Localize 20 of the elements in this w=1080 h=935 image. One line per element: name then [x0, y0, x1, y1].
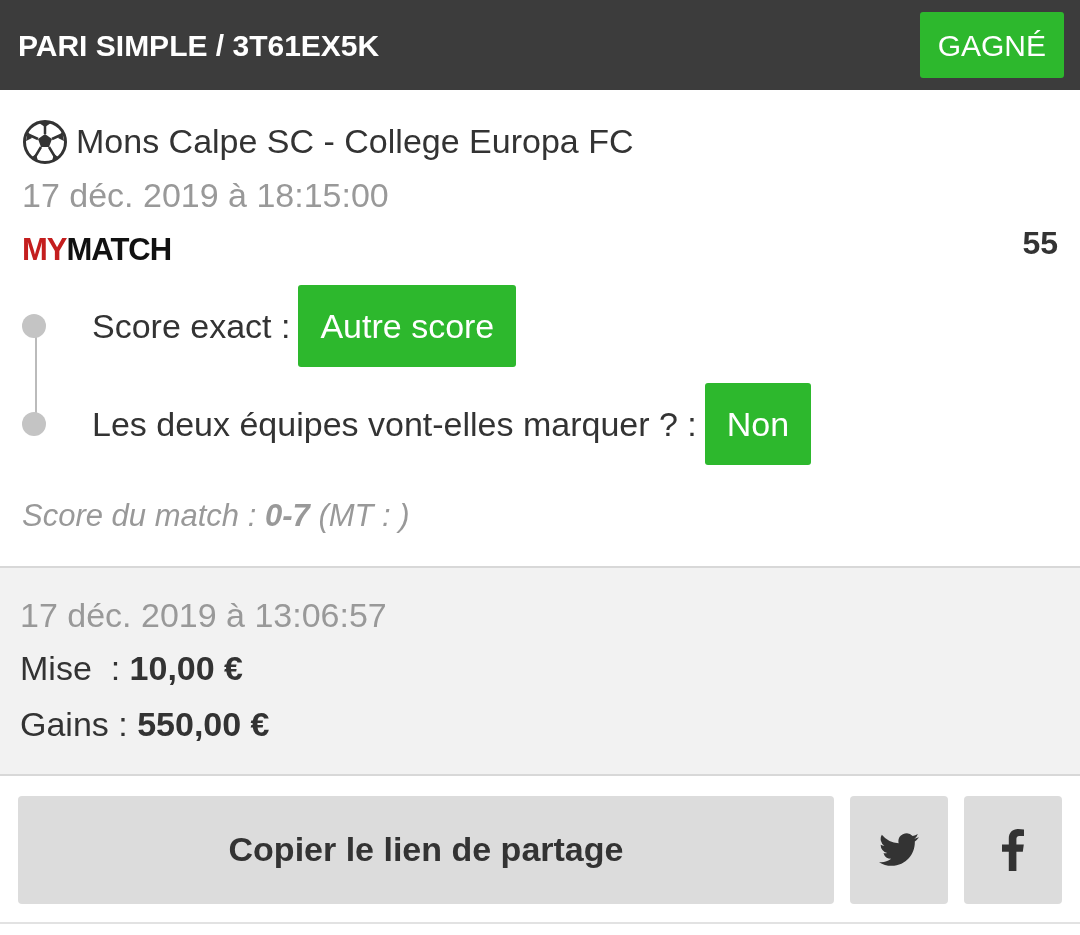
match-date: 17 déc. 2019 à 18:15:00 — [22, 175, 389, 216]
brand-logo: MYMATCH — [22, 233, 172, 267]
twitter-button[interactable] — [850, 795, 948, 904]
stake-text: Mise : 10,00 € — [20, 647, 244, 689]
placed-date: 17 déc. 2019 à 13:06:57 — [20, 594, 387, 636]
selection-value: Autre score — [298, 285, 517, 367]
soccer-ball-icon — [22, 118, 68, 165]
selection-label: Les deux équipes vont-elles marquer ? : — [92, 403, 697, 445]
copy-link-button[interactable]: Copier le lien de partage — [18, 795, 834, 904]
bird-icon — [879, 832, 919, 867]
status-badge: GAGNÉ — [919, 12, 1064, 78]
facebook-button[interactable] — [964, 795, 1062, 904]
match-name: Mons Calpe SC - College Europa FC — [76, 121, 634, 162]
match-score: Score du match : 0-7 (MT : ) — [22, 497, 410, 535]
winnings-text: Gains : 550,00 € — [20, 703, 270, 745]
facebook-f-icon — [1002, 828, 1024, 871]
odds-value: 55 — [1022, 224, 1058, 263]
bet-title: PARI SIMPLE / 3T61EX5K — [18, 27, 380, 64]
selection-label: Score exact : — [92, 305, 291, 347]
selection-value: Non — [704, 383, 812, 465]
